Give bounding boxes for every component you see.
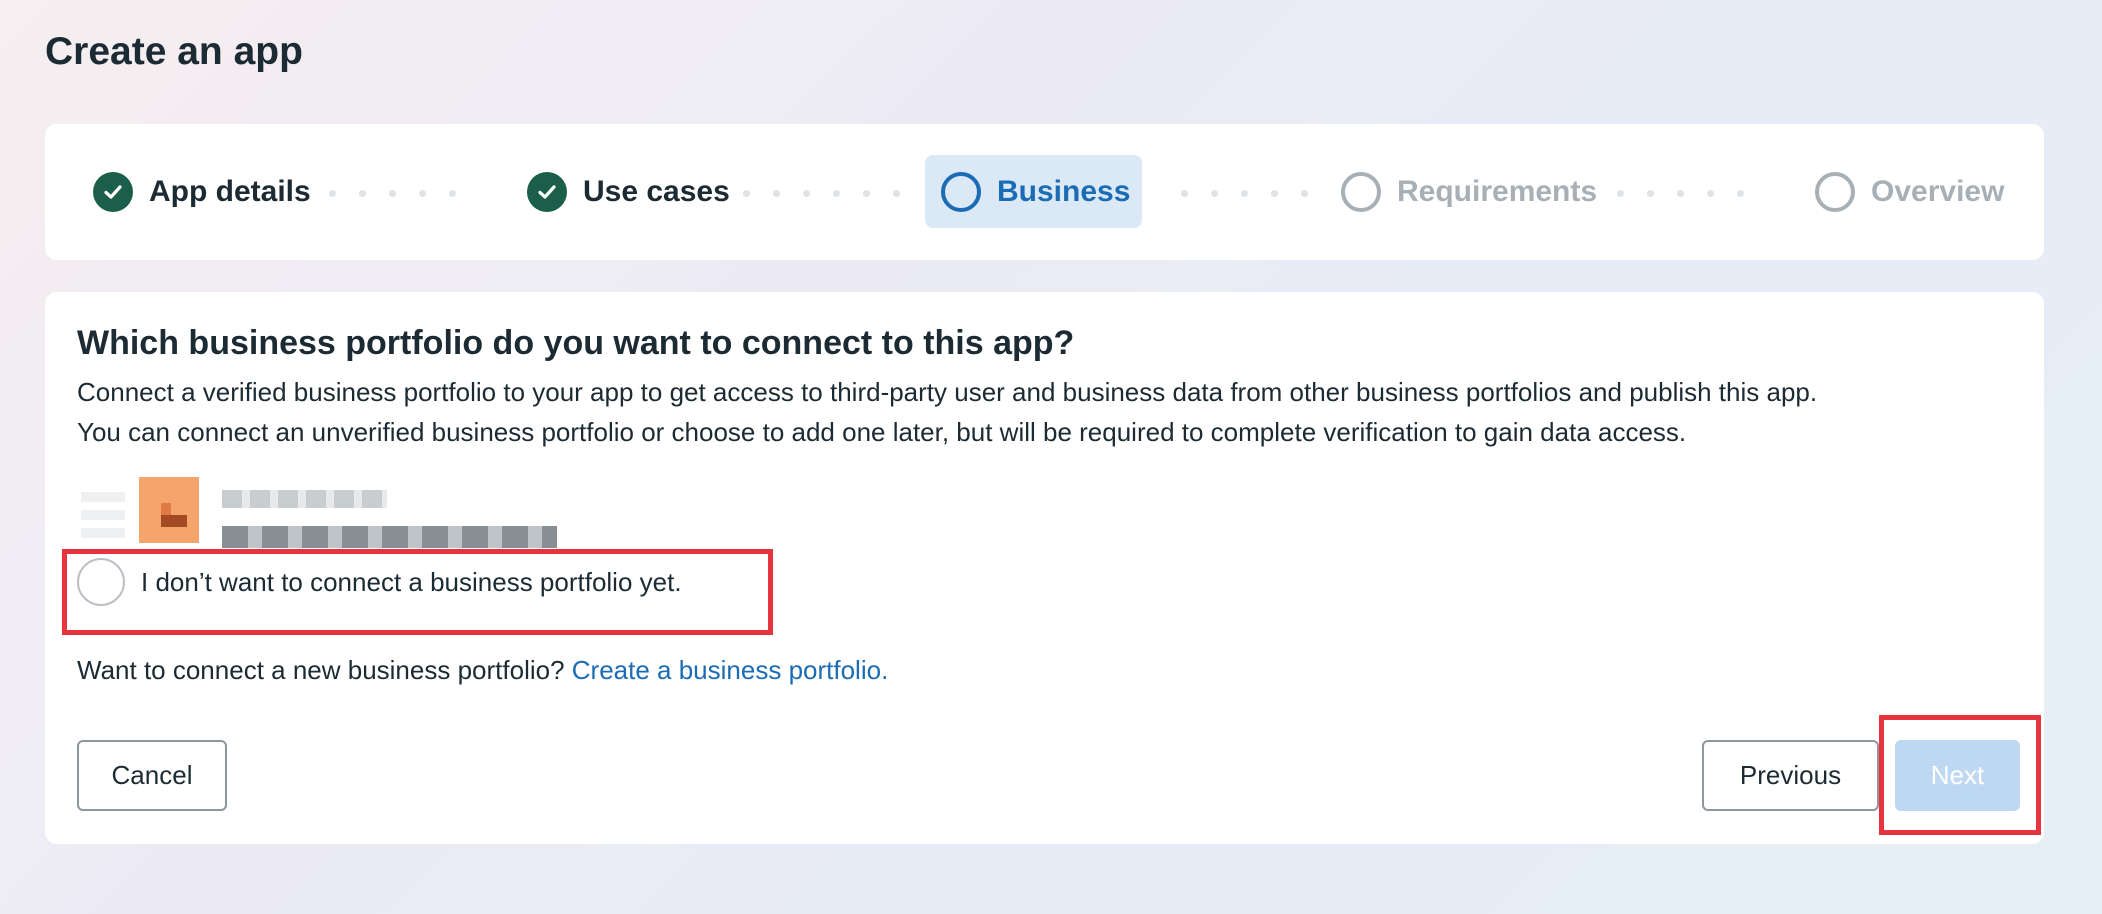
current-step-circle-icon [941,172,981,212]
step-connector [329,190,456,197]
page-title: Create an app [45,30,303,73]
description-line: You can connect an unverified business p… [77,417,1687,447]
step-app-details[interactable]: App details [93,124,311,260]
card-title: Which business portfolio do you want to … [77,324,1075,362]
no-portfolio-label: I don’t want to connect a business portf… [141,566,682,597]
step-label: Requirements [1397,175,1598,208]
step-connector [1617,190,1744,197]
redacted-portfolio-name [222,490,387,508]
next-button[interactable]: Next [1895,740,2020,811]
step-requirements[interactable]: Requirements [1341,124,1597,260]
no-portfolio-radio[interactable] [77,558,125,606]
step-business[interactable]: Business [941,124,1130,260]
step-overview[interactable]: Overview [1815,124,2004,260]
step-label: App details [149,175,311,208]
step-label: Overview [1871,175,2005,208]
stepper: App details Use cases Business Requireme… [45,124,2044,260]
redacted-radio[interactable] [81,492,125,542]
empty-step-circle-icon [1341,172,1381,212]
check-icon [527,172,567,212]
connect-prompt: Want to connect a new business portfolio… [77,655,565,685]
business-portfolio-card: Which business portfolio do you want to … [45,292,2044,844]
no-portfolio-option[interactable]: I don’t want to connect a business portf… [77,558,682,606]
step-label: Use cases [583,175,730,208]
previous-button[interactable]: Previous [1702,740,1879,811]
step-label: Business [997,175,1131,208]
step-connector [1181,190,1308,197]
step-connector [743,190,900,197]
empty-step-circle-icon [1815,172,1855,212]
cancel-button[interactable]: Cancel [77,740,227,811]
portfolio-avatar [139,477,199,543]
step-use-cases[interactable]: Use cases [527,124,730,260]
check-icon [93,172,133,212]
card-description: Connect a verified business portfolio to… [77,372,2027,452]
connect-new-portfolio-line: Want to connect a new business portfolio… [77,655,888,686]
redacted-portfolio-id [222,526,557,548]
create-business-portfolio-link[interactable]: Create a business portfolio. [572,655,889,685]
description-line: Connect a verified business portfolio to… [77,377,1818,407]
